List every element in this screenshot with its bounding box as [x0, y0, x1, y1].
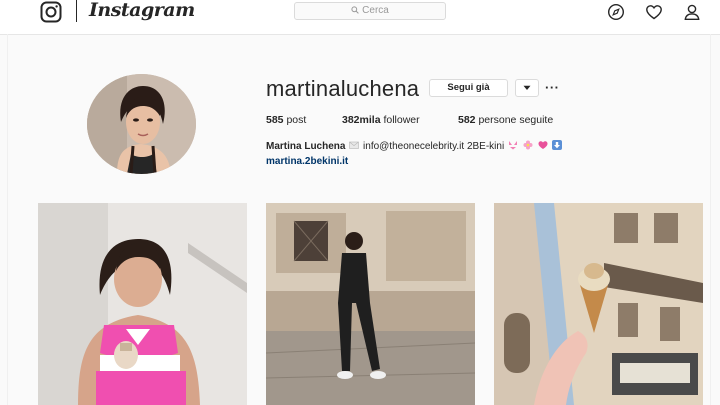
post-thumbnail-3[interactable]	[494, 203, 703, 405]
following-count-value: 582	[458, 114, 476, 126]
down-arrow-emoji-icon	[552, 140, 563, 150]
bikini-emoji-icon	[508, 140, 518, 150]
post-thumbnail-1[interactable]	[38, 203, 247, 405]
content-border-right	[710, 34, 711, 405]
instagram-wordmark[interactable]: Instagram	[89, 0, 195, 21]
top-nav-bar: Instagram Cerca	[0, 0, 720, 35]
following-count-label: persone seguite	[478, 114, 554, 126]
content-border-left	[7, 34, 8, 405]
followers-count-label: follower	[383, 114, 420, 126]
following-button[interactable]: Segui già	[429, 79, 508, 97]
bio-full-name: Martina Luchena	[266, 141, 346, 152]
avatar[interactable]	[87, 74, 196, 174]
bio-text: info@theonecelebrity.it 2BE-kini	[363, 141, 505, 152]
heart-icon[interactable]	[645, 3, 663, 21]
flower-emoji-icon	[523, 140, 533, 150]
followers-count[interactable]: 382mila follower	[342, 114, 420, 126]
bio-website-link[interactable]: martina.2bekini.it	[266, 156, 348, 167]
logo-divider	[76, 0, 77, 22]
profile-bio: Martina Luchena info@theonecelebrity.it …	[266, 140, 563, 152]
instagram-camera-icon[interactable]	[40, 1, 62, 23]
profile-username: martinaluchena	[266, 76, 420, 101]
search-icon	[351, 6, 359, 15]
following-count[interactable]: 582 persone seguite	[458, 114, 553, 126]
chevron-down-icon	[523, 85, 531, 90]
person-icon[interactable]	[683, 3, 701, 21]
compass-icon[interactable]	[607, 3, 625, 21]
suggestions-dropdown-button[interactable]	[515, 79, 539, 97]
posts-count: 585 post	[266, 114, 306, 126]
posts-count-label: post	[286, 114, 307, 126]
search-input[interactable]: Cerca	[294, 2, 446, 20]
posts-count-value: 585	[266, 114, 284, 126]
search-placeholder: Cerca	[362, 5, 389, 16]
envelope-emoji-icon	[349, 140, 360, 150]
followers-count-value: 382mila	[342, 114, 381, 126]
post-thumbnail-2[interactable]	[266, 203, 475, 405]
more-options-button[interactable]: ···	[545, 80, 560, 95]
heart-emoji-icon	[538, 140, 548, 150]
